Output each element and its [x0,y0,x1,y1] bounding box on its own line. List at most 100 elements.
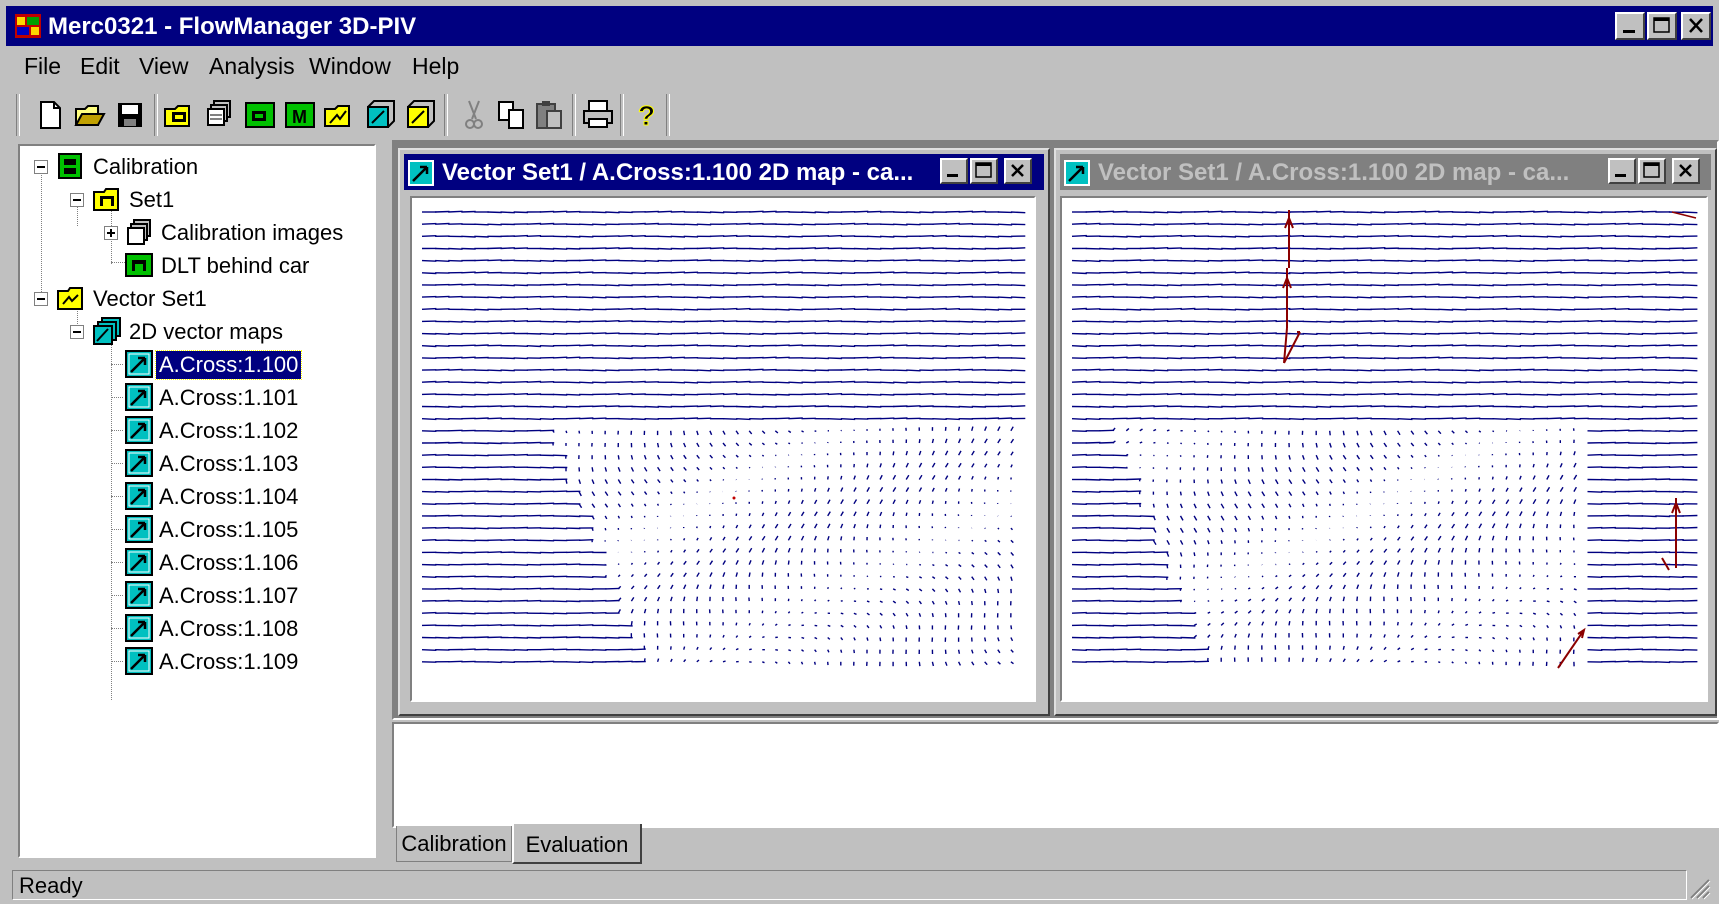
window-2-close-button[interactable] [1672,158,1700,184]
tree-line [111,463,123,464]
tree-label: A.Cross:1.105 [159,517,299,542]
vector-map-icon [125,416,153,444]
tab-label: Calibration [401,831,507,856]
tree-node-map-item[interactable]: A.Cross:1.109 [20,645,360,677]
close-icon [1679,164,1692,177]
menu-edit[interactable]: Edit [80,53,120,80]
tree-label: A.Cross:1.107 [159,583,299,608]
mdi-client-area: Vector Set1 / A.Cross:1.100 2D map - ca.… [392,140,1719,720]
window-1-close-button[interactable] [1004,158,1032,184]
tree-node-dlt[interactable]: DLT behind car [20,249,360,281]
vector-map-icon [125,515,153,543]
maximize-button[interactable] [1647,12,1677,40]
tab-calibration[interactable]: Calibration [396,826,512,862]
tree-node-map-item[interactable]: A.Cross:1.105 [20,513,360,545]
tree-node-calibration-images[interactable]: Calibration images [20,216,360,248]
menu-help[interactable]: Help [412,53,459,80]
tree-node-map-item[interactable]: A.Cross:1.103 [20,447,360,479]
svg-text:?: ? [638,100,655,131]
app-icon[interactable] [15,14,41,38]
collapse-icon[interactable] [34,160,48,174]
calibration-icon[interactable] [162,97,198,133]
tree-node-map-item[interactable]: A.Cross:1.102 [20,414,360,446]
image-stack-icon [127,219,151,245]
copy-icon[interactable] [494,97,530,133]
project-tree[interactable]: Calibration Set1 Calibration images DLT … [18,144,376,858]
menu-bar: File Edit View Analysis Window Help [6,48,1713,86]
tree-label: Calibration [93,154,199,179]
vector-map-frame-2 [1060,196,1708,702]
paste-icon[interactable] [532,97,568,133]
vector-map-icon [125,581,153,609]
tree-node-2d-maps[interactable]: 2D vector maps [20,315,360,347]
vector-multi-icon[interactable] [402,97,438,133]
maximize-icon [1653,17,1670,33]
tree-node-map-item[interactable]: A.Cross:1.100 [20,348,360,380]
tab-evaluation[interactable]: Evaluation [512,824,642,864]
close-button[interactable] [1681,12,1711,40]
menu-window[interactable]: Window [309,53,391,80]
menu-file[interactable]: File [24,53,61,80]
tree-line [111,397,123,398]
vector-map-2[interactable] [1062,198,1706,700]
tree-node-map-item[interactable]: A.Cross:1.107 [20,579,360,611]
tree-label: A.Cross:1.102 [159,418,299,443]
tree-line [111,562,123,563]
menu-analysis[interactable]: Analysis [209,53,295,80]
window-2-title-bar[interactable]: Vector Set1 / A.Cross:1.100 2D map - ca.… [1060,154,1711,190]
tree-label: A.Cross:1.108 [159,616,299,641]
window-2-maximize-button[interactable] [1638,158,1666,184]
cut-icon[interactable] [456,97,492,133]
window-1-minimize-button[interactable] [940,158,968,184]
tree-node-map-item[interactable]: A.Cross:1.106 [20,546,360,578]
vector-map-window-1[interactable]: Vector Set1 / A.Cross:1.100 2D map - ca.… [398,148,1050,716]
menu-view[interactable]: View [139,53,188,80]
minimize-button[interactable] [1615,12,1645,40]
vector-icon[interactable] [322,97,358,133]
resize-grip-icon[interactable] [1687,876,1711,900]
vector-maps-icon [93,317,121,345]
toolbar-separator [154,94,158,136]
vector-3d-icon[interactable] [362,97,398,133]
minimize-icon [1615,174,1626,177]
collapse-icon[interactable] [70,325,84,339]
window-2-minimize-button[interactable] [1608,158,1636,184]
toolbar-separator [620,94,624,136]
tree-line [111,496,123,497]
tree-label: A.Cross:1.104 [159,484,299,509]
vector-map-window-2[interactable]: Vector Set1 / A.Cross:1.100 2D map - ca.… [1054,148,1717,716]
vector-map-1[interactable] [412,198,1034,700]
collapse-icon[interactable] [34,292,48,306]
vector-map-icon [408,160,434,186]
tree-node-map-item[interactable]: A.Cross:1.101 [20,381,360,413]
toolbar-separator [666,94,670,136]
tree-node-calibration[interactable]: Calibration [20,150,360,182]
output-pane[interactable] [392,722,1719,828]
collapse-icon[interactable] [70,193,84,207]
tree-node-map-item[interactable]: A.Cross:1.108 [20,612,360,644]
mask-icon[interactable]: M [282,97,318,133]
tree-label: A.Cross:1.106 [159,550,299,575]
window-1-title-bar[interactable]: Vector Set1 / A.Cross:1.100 2D map - ca.… [404,154,1044,190]
window-1-maximize-button[interactable] [970,158,998,184]
tree-label: A.Cross:1.109 [159,649,299,674]
tree-node-map-item[interactable]: A.Cross:1.104 [20,480,360,512]
new-icon[interactable] [32,97,68,133]
calibration-folder-icon [58,153,82,179]
tab-label: Evaluation [525,832,629,857]
add-calib-icon[interactable] [242,97,278,133]
save-icon[interactable] [112,97,148,133]
help-icon[interactable]: ? [628,97,664,133]
expand-icon[interactable] [104,226,118,240]
tree-node-vector-set[interactable]: Vector Set1 [20,282,360,314]
tree-node-set1[interactable]: Set1 [20,183,360,215]
vector-map-icon [125,383,153,411]
open-icon[interactable] [72,97,108,133]
print-icon[interactable] [580,97,616,133]
tree-label: DLT behind car [161,253,310,278]
title-bar[interactable]: Merc0321 - FlowManager 3D-PIV [6,6,1713,46]
images-icon[interactable] [202,97,238,133]
folder-calib-icon [93,188,119,211]
tree-label: 2D vector maps [129,319,284,344]
maximize-icon [975,162,992,178]
